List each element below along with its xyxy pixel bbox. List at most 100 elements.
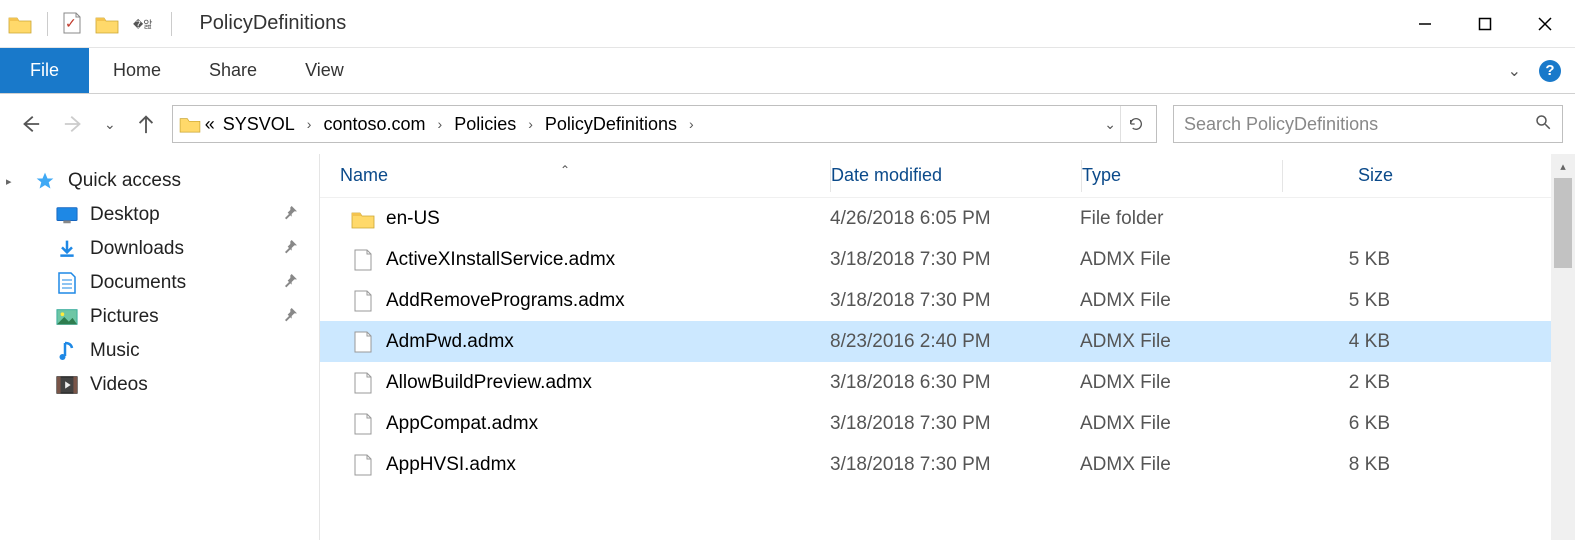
address-history-icon[interactable]: ⌄	[1100, 116, 1120, 133]
back-button[interactable]	[12, 106, 48, 142]
sidebar-item-label: Desktop	[90, 204, 283, 226]
file-name: AllowBuildPreview.admx	[386, 372, 592, 394]
titlebar: ✓ �앒 PolicyDefinitions	[0, 0, 1575, 48]
sidebar-quick-access[interactable]: ▸ Quick access	[0, 164, 319, 198]
pin-icon	[283, 238, 299, 260]
breadcrumb-domain[interactable]: contoso.com	[319, 114, 429, 135]
file-name: AdmPwd.admx	[386, 331, 514, 353]
file-type: ADMX File	[1080, 372, 1280, 394]
qat-separator	[47, 12, 48, 36]
content: ▸ Quick access Desktop Downloads Documents…	[0, 154, 1575, 540]
chevron-right-icon[interactable]: ›	[430, 116, 451, 132]
forward-button[interactable]	[56, 106, 92, 142]
pin-icon	[283, 306, 299, 328]
search-icon[interactable]	[1534, 113, 1552, 136]
file-row[interactable]: AppCompat.admx3/18/2018 7:30 PMADMX File…	[320, 403, 1551, 444]
up-button[interactable]	[128, 106, 164, 142]
scroll-up-icon[interactable]: ▴	[1551, 154, 1575, 178]
tab-view[interactable]: View	[281, 48, 368, 93]
help-icon[interactable]: ?	[1539, 60, 1561, 82]
file-row[interactable]: ActiveXInstallService.admx3/18/2018 7:30…	[320, 239, 1551, 280]
documents-icon	[52, 272, 82, 294]
file-icon	[350, 290, 376, 312]
new-folder-icon[interactable]	[95, 14, 119, 34]
breadcrumb-overflow[interactable]: «	[201, 114, 219, 135]
maximize-button[interactable]	[1455, 0, 1515, 48]
chevron-right-icon[interactable]: ›	[299, 116, 320, 132]
sidebar-item-label: Quick access	[68, 170, 299, 192]
star-icon	[30, 171, 60, 191]
file-icon	[350, 413, 376, 435]
sidebar-item-label: Downloads	[90, 238, 283, 260]
window-controls	[1395, 0, 1575, 48]
breadcrumb-policies[interactable]: Policies	[450, 114, 520, 135]
file-type: ADMX File	[1080, 249, 1280, 271]
folder-icon	[350, 209, 376, 229]
tab-share[interactable]: Share	[185, 48, 281, 93]
music-icon	[52, 340, 82, 362]
file-name: en-US	[386, 208, 440, 230]
scrollbar-vertical[interactable]: ▴	[1551, 154, 1575, 540]
file-row[interactable]: AllowBuildPreview.admx 3/18/2018 6:30 PMA…	[320, 362, 1551, 403]
scroll-thumb[interactable]	[1554, 178, 1572, 268]
minimize-button[interactable]	[1395, 0, 1455, 48]
file-row[interactable]: AddRemovePrograms.admx 3/18/2018 7:30 PMA…	[320, 280, 1551, 321]
tab-home[interactable]: Home	[89, 48, 185, 93]
address-bar[interactable]: « SYSVOL › contoso.com › Policies › Poli…	[172, 105, 1157, 143]
pin-icon	[283, 204, 299, 226]
file-row[interactable]: AppHVSI.admx3/18/2018 7:30 PMADMX File8 …	[320, 444, 1551, 485]
desktop-icon	[52, 206, 82, 224]
file-row[interactable]: en-US4/26/2018 6:05 PMFile folder	[320, 198, 1551, 239]
app-folder-icon	[8, 14, 32, 34]
file-size: 8 KB	[1280, 454, 1400, 476]
file-date: 4/26/2018 6:05 PM	[830, 208, 1080, 230]
column-type[interactable]: Type	[1082, 165, 1282, 186]
history-dropdown-icon[interactable]: ⌄	[100, 116, 120, 133]
qat-separator	[171, 12, 172, 36]
search-input[interactable]	[1184, 114, 1534, 135]
file-name: AddRemovePrograms.admx	[386, 290, 625, 312]
file-name: AppCompat.admx	[386, 413, 538, 435]
search-box[interactable]	[1173, 105, 1563, 143]
file-row[interactable]: AdmPwd.admx8/23/2016 2:40 PMADMX File4 K…	[320, 321, 1551, 362]
file-date: 8/23/2016 2:40 PM	[830, 331, 1080, 353]
pin-icon	[283, 272, 299, 294]
close-button[interactable]	[1515, 0, 1575, 48]
chevron-right-icon[interactable]: ▸	[6, 175, 12, 188]
refresh-button[interactable]	[1120, 106, 1150, 142]
file-size: 2 KB	[1280, 372, 1400, 394]
qat-dropdown-icon[interactable]: �앒	[129, 16, 156, 31]
file-date: 3/18/2018 7:30 PM	[830, 290, 1080, 312]
column-name[interactable]: Name ⌃	[320, 165, 830, 186]
window-title: PolicyDefinitions	[199, 12, 346, 35]
pictures-icon	[52, 308, 82, 326]
column-size[interactable]: Size	[1283, 165, 1403, 186]
breadcrumb-sysvol[interactable]: SYSVOL	[219, 114, 299, 135]
sidebar-item-desktop[interactable]: Desktop	[0, 198, 319, 232]
tab-file[interactable]: File	[0, 48, 89, 93]
sort-ascending-icon: ⌃	[560, 163, 570, 177]
file-date: 3/18/2018 6:30 PM	[830, 372, 1080, 394]
breadcrumb-policydefinitions[interactable]: PolicyDefinitions	[541, 114, 681, 135]
file-size: 5 KB	[1280, 290, 1400, 312]
file-name: AppHVSI.admx	[386, 454, 516, 476]
file-size: 6 KB	[1280, 413, 1400, 435]
file-date: 3/18/2018 7:30 PM	[830, 413, 1080, 435]
chevron-right-icon[interactable]: ›	[681, 116, 702, 132]
address-folder-icon	[179, 115, 201, 133]
sidebar-item-videos[interactable]: Videos	[0, 368, 319, 402]
file-name: ActiveXInstallService.admx	[386, 249, 615, 271]
sidebar-item-label: Music	[90, 340, 299, 362]
sidebar-item-music[interactable]: Music	[0, 334, 319, 368]
column-headers: Name ⌃ Date modified Type Size	[320, 154, 1551, 198]
ribbon-collapse-icon[interactable]: ⌄	[1504, 61, 1525, 81]
chevron-right-icon[interactable]: ›	[520, 116, 541, 132]
sidebar-item-label: Documents	[90, 272, 283, 294]
sidebar-item-downloads[interactable]: Downloads	[0, 232, 319, 266]
quick-access-toolbar: ✓ �앒	[8, 12, 177, 36]
properties-icon[interactable]: ✓	[63, 12, 85, 36]
column-date[interactable]: Date modified	[831, 165, 1081, 186]
file-type: ADMX File	[1080, 290, 1280, 312]
sidebar-item-pictures[interactable]: Pictures	[0, 300, 319, 334]
sidebar-item-documents[interactable]: Documents	[0, 266, 319, 300]
